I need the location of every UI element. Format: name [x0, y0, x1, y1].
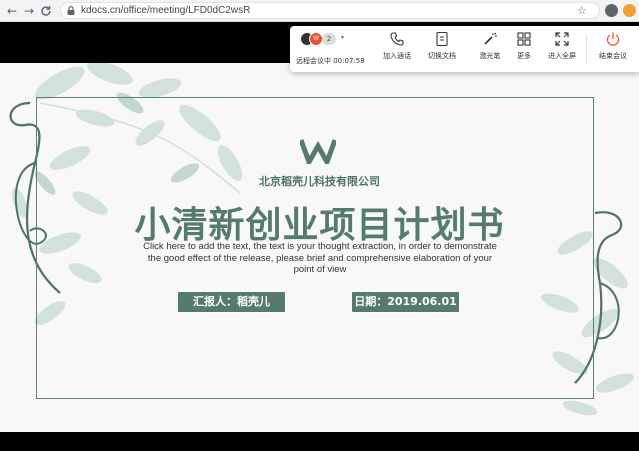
participant-avatar-w: W: [309, 32, 323, 46]
wps-logo-icon: [300, 139, 336, 164]
end-meeting-label: 结束会议: [599, 52, 627, 60]
address-bar[interactable]: kdocs.cn/office/meeting/LFD0dC2wsR ☆: [60, 2, 600, 19]
more-grid-icon: [517, 32, 531, 46]
laser-pointer-button[interactable]: 激光笔: [472, 31, 508, 69]
browser-toolbar: ← → kdocs.cn/office/meeting/LFD0dC2wsR ☆: [0, 0, 639, 22]
join-call-button[interactable]: 加入通话: [379, 31, 415, 69]
join-call-label: 加入通话: [383, 52, 411, 60]
end-meeting-button[interactable]: 结束会议: [595, 31, 631, 69]
url-text: kdocs.cn/office/meeting/LFD0dC2wsR: [81, 5, 251, 16]
laser-pointer-icon: [484, 32, 497, 45]
back-arrow-icon[interactable]: ←: [4, 3, 20, 19]
fullscreen-icon: [555, 32, 569, 46]
switch-document-button[interactable]: 切换文档: [424, 31, 460, 69]
meeting-toolbar: W 2 ▾ 远程会议中 00:07:58 加入通话 切换文档 激光笔 更多 进入…: [290, 26, 639, 72]
slide-description: Click here to add the text, the text is …: [143, 241, 497, 275]
fullscreen-button[interactable]: 进入全屏: [544, 31, 580, 69]
meeting-timer: 远程会议中 00:07:58: [296, 57, 365, 65]
participant-count-badge: 2: [322, 33, 336, 45]
company-name: 北京稻壳儿科技有限公司: [259, 175, 380, 188]
bookmark-star-icon[interactable]: ☆: [577, 3, 587, 18]
toolbar-divider: [586, 34, 587, 64]
power-icon: [606, 32, 620, 46]
profile-avatar-icon[interactable]: [605, 4, 618, 17]
fullscreen-label: 进入全屏: [548, 52, 576, 60]
switch-doc-icon: [436, 31, 448, 47]
switch-document-label: 切换文档: [428, 52, 456, 60]
more-label: 更多: [517, 52, 531, 60]
chevron-down-icon: ▾: [341, 34, 345, 41]
reporter-tag: 汇报人：稻壳儿: [178, 292, 285, 312]
participant-avatars[interactable]: W 2 ▾: [300, 32, 348, 48]
phone-icon: [390, 32, 404, 46]
reload-icon[interactable]: [38, 3, 54, 19]
more-button[interactable]: 更多: [512, 31, 536, 69]
date-tag: 日期：2019.06.01: [352, 292, 459, 312]
presentation-slide[interactable]: 北京稻壳儿科技有限公司 小清新创业项目计划书 Click here to add…: [0, 63, 639, 432]
forward-arrow-icon[interactable]: →: [21, 3, 37, 19]
laser-pointer-label: 激光笔: [479, 52, 501, 60]
extension-icon[interactable]: [623, 4, 636, 17]
lock-icon: [67, 6, 75, 15]
